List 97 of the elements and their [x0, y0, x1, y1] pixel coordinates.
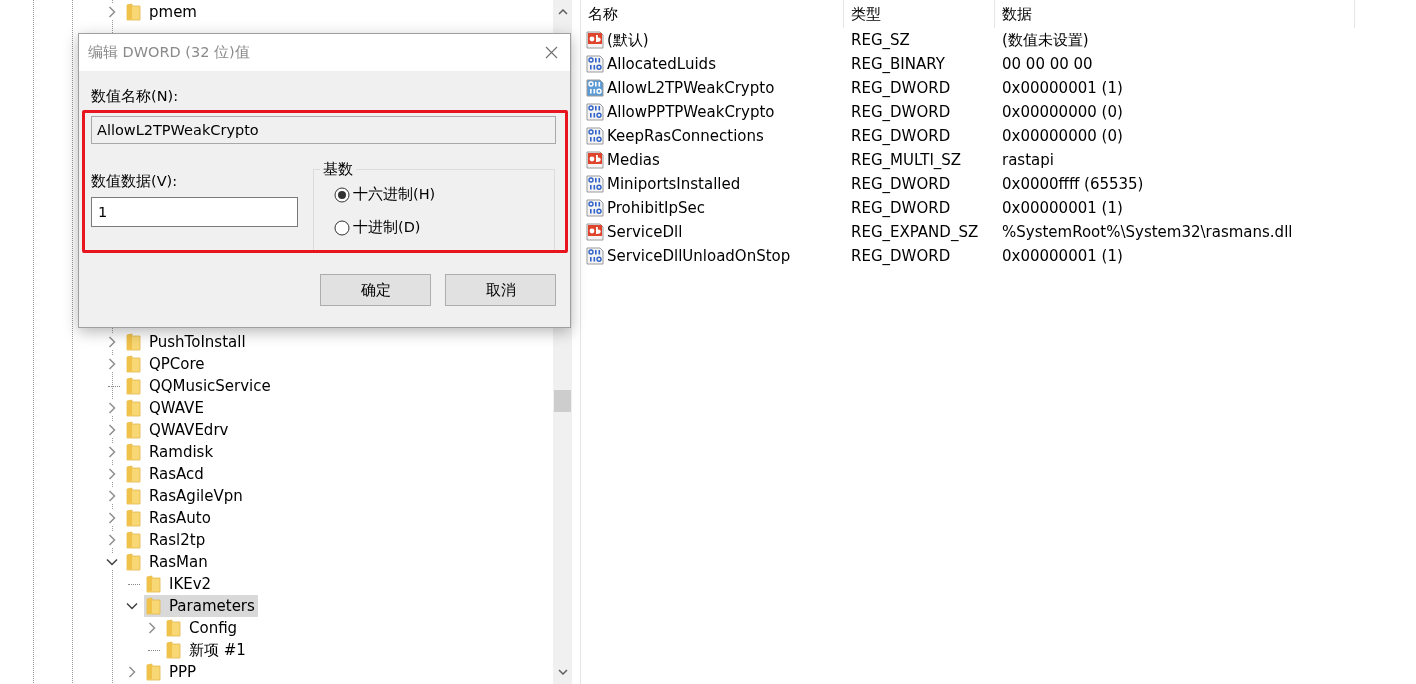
scroll-up-icon[interactable]	[557, 9, 568, 15]
value-type: REG_DWORD	[850, 103, 952, 121]
value-data: 00 00 00 00	[1001, 55, 1094, 73]
value-name[interactable]: (默认)	[607, 30, 649, 50]
tree-item[interactable]: RasAuto	[124, 507, 214, 529]
tree-item[interactable]: pmem	[124, 1, 200, 23]
value-type: REG_MULTI_SZ	[850, 151, 963, 169]
folder-icon	[126, 531, 141, 549]
folder-icon	[126, 377, 141, 395]
value-data: 0x0000ffff (65535)	[1001, 175, 1145, 193]
expand-chevron-icon[interactable]	[146, 622, 158, 634]
value-name[interactable]: AllowL2TPWeakCrypto	[607, 79, 775, 97]
value-type: REG_BINARY	[850, 55, 946, 73]
value-data: %SystemRoot%\System32\rasmans.dll	[1001, 223, 1294, 241]
radio-button[interactable]	[334, 219, 350, 236]
tree-item[interactable]: PushToInstall	[124, 331, 249, 353]
folder-icon	[126, 3, 141, 21]
folder-icon	[126, 443, 141, 461]
expand-chevron-icon[interactable]	[106, 490, 118, 502]
value-type: REG_DWORD	[850, 199, 952, 217]
value-type: REG_EXPAND_SZ	[850, 223, 980, 241]
value-name[interactable]: ServiceDll	[607, 223, 683, 241]
column-header[interactable]: 类型	[844, 0, 995, 28]
folder-icon	[146, 597, 161, 615]
expand-chevron-icon[interactable]	[106, 6, 118, 18]
folder-icon	[146, 663, 161, 681]
tree-item[interactable]: Config	[164, 617, 241, 639]
close-icon[interactable]	[545, 46, 558, 59]
column-header[interactable]: 名称	[581, 0, 844, 28]
field-label: 数值名称(N):	[91, 86, 180, 106]
expand-chevron-icon[interactable]	[126, 666, 138, 678]
value-data: 0x00000000 (0)	[1001, 103, 1124, 121]
radio-option[interactable]: 十六进制(H)	[334, 184, 554, 205]
radio-button[interactable]	[334, 186, 350, 203]
tree-item[interactable]: PPP	[144, 661, 200, 683]
value-name-field[interactable]: AllowL2TPWeakCrypto	[91, 116, 556, 144]
value-name[interactable]: AllocatedLuids	[607, 55, 716, 73]
tree-item[interactable]: Rasl2tp	[124, 529, 209, 551]
tree-item[interactable]: Ramdisk	[124, 441, 217, 463]
folder-icon	[126, 465, 141, 483]
tree-item[interactable]: QWAVEdrv	[124, 419, 232, 441]
tree-item[interactable]: QWAVE	[124, 397, 207, 419]
expand-chevron-icon[interactable]	[106, 424, 118, 436]
expand-chevron-icon[interactable]	[106, 402, 118, 414]
group-label: 基数	[320, 160, 356, 179]
tree-item[interactable]: RasAgileVpn	[124, 485, 246, 507]
folder-icon	[126, 509, 141, 527]
expand-chevron-icon[interactable]	[106, 336, 118, 348]
dialog-title: 编辑 DWORD (32 位)值	[88, 43, 250, 62]
field-label: 数值数据(V):	[91, 171, 179, 191]
value-name[interactable]: AllowPPTPWeakCrypto	[607, 103, 775, 121]
tree-item[interactable]: QPCore	[124, 353, 208, 375]
value-type: REG_DWORD	[850, 247, 952, 265]
folder-icon	[166, 619, 181, 637]
value-type: REG_DWORD	[850, 127, 952, 145]
collapse-chevron-icon[interactable]	[126, 600, 138, 612]
collapse-chevron-icon[interactable]	[106, 556, 118, 568]
tree-item[interactable]: Parameters	[144, 595, 258, 617]
expand-chevron-icon[interactable]	[106, 358, 118, 370]
folder-icon	[126, 333, 141, 351]
value-data: (数值未设置)	[1001, 30, 1090, 50]
value-name[interactable]: Medias	[607, 151, 660, 169]
scrollbar-thumb[interactable]	[554, 390, 571, 412]
column-header[interactable]: 数据	[995, 0, 1355, 28]
value-name[interactable]: KeepRasConnections	[607, 127, 764, 145]
value-type: REG_DWORD	[850, 175, 952, 193]
value-name[interactable]: ProhibitIpSec	[607, 199, 705, 217]
radio-option[interactable]: 十进制(D)	[334, 217, 554, 238]
expand-chevron-icon[interactable]	[106, 534, 118, 546]
dialog-button[interactable]: 确定	[320, 274, 431, 306]
value-type: REG_SZ	[850, 31, 911, 49]
expand-chevron-icon[interactable]	[106, 468, 118, 480]
folder-icon	[126, 487, 141, 505]
folder-icon	[126, 553, 141, 571]
value-data: 0x00000000 (0)	[1001, 127, 1124, 145]
folder-icon	[126, 399, 141, 417]
value-data: 0x00000001 (1)	[1001, 247, 1124, 265]
value-data: 0x00000001 (1)	[1001, 79, 1124, 97]
folder-icon	[146, 575, 161, 593]
tree-item[interactable]: RasMan	[124, 551, 211, 573]
value-type: REG_DWORD	[850, 79, 952, 97]
tree-item[interactable]: 新项 #1	[164, 639, 249, 661]
scroll-down-icon[interactable]	[557, 669, 568, 675]
value-name[interactable]: MiniportsInstalled	[607, 175, 741, 193]
value-data: rastapi	[1001, 151, 1055, 169]
tree-item[interactable]: QQMusicService	[124, 375, 274, 397]
folder-icon	[166, 641, 181, 659]
folder-icon	[126, 355, 141, 373]
tree-item[interactable]: IKEv2	[144, 573, 215, 595]
value-data-field[interactable]: 1	[91, 197, 298, 227]
value-data: 0x00000001 (1)	[1001, 199, 1124, 217]
value-name[interactable]: ServiceDllUnloadOnStop	[607, 247, 791, 265]
expand-chevron-icon[interactable]	[106, 446, 118, 458]
tree-item[interactable]: RasAcd	[124, 463, 207, 485]
dialog-button[interactable]: 取消	[445, 274, 556, 306]
expand-chevron-icon[interactable]	[106, 512, 118, 524]
folder-icon	[126, 421, 141, 439]
